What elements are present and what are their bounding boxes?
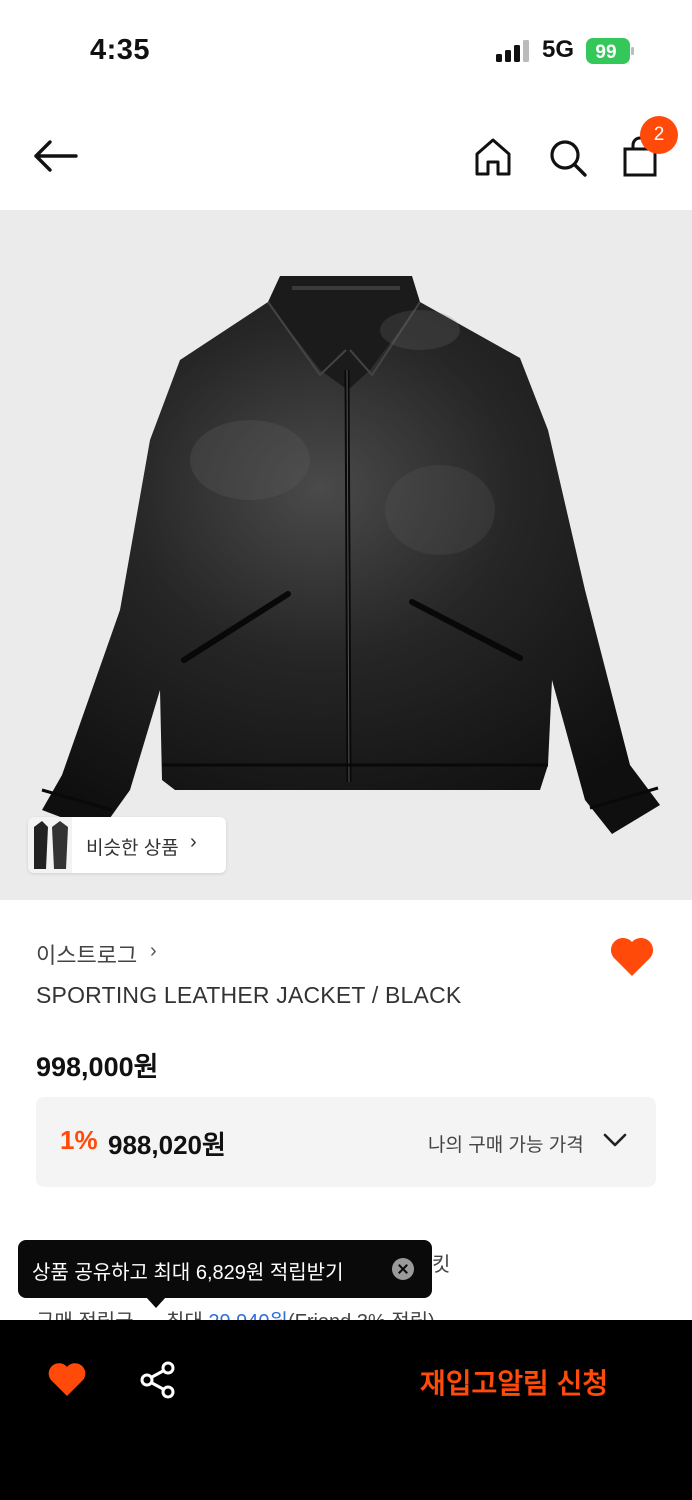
product-image[interactable]: 비슷한 상품 › <box>0 210 692 900</box>
discount-rate: 1% <box>60 1125 98 1155</box>
cart-count-badge: 2 <box>640 116 678 154</box>
top-nav: 2 <box>0 100 692 210</box>
chevron-right-icon: › <box>150 940 157 962</box>
partially-hidden-text: 킷 <box>432 1254 451 1276</box>
share-icon[interactable] <box>138 1360 178 1400</box>
similar-product-thumbnail <box>28 817 72 873</box>
battery-level: 99 <box>595 42 616 63</box>
my-price-label: 나의 구매 가능 가격 <box>428 1135 584 1156</box>
brand-link[interactable]: 이스트로그 <box>36 938 137 970</box>
product-price: 998,000원 <box>36 1052 159 1082</box>
product-name: SPORTING LEATHER JACKET / BLACK <box>36 982 462 1008</box>
status-time: 4:35 <box>90 34 151 66</box>
restock-alert-button[interactable]: 재입고알림 신청 <box>420 1362 608 1402</box>
network-label: 5G <box>542 36 575 63</box>
signal-icon <box>496 40 529 62</box>
similar-products-button[interactable]: 비슷한 상품 › <box>28 817 226 873</box>
my-price-box[interactable]: 1% 988,020원 나의 구매 가능 가격 <box>36 1097 656 1187</box>
discount-price: 988,020원 <box>108 1130 226 1160</box>
tooltip-arrow <box>146 1297 166 1308</box>
share-reward-tooltip[interactable]: 상품 공유하고 최대 6,829원 적립받기 <box>18 1240 432 1298</box>
back-arrow-icon[interactable] <box>30 136 80 176</box>
similar-products-label: 비슷한 상품 <box>86 838 179 859</box>
heart-icon[interactable] <box>46 1360 88 1398</box>
leather-jacket-image <box>41 276 660 834</box>
status-bar: 4:35 5G 99 <box>0 0 692 100</box>
home-icon[interactable] <box>472 136 514 178</box>
close-icon[interactable] <box>392 1258 414 1280</box>
bottom-action-bar: 재입고알림 신청 <box>0 1320 692 1500</box>
tooltip-text: 상품 공유하고 최대 6,829원 적립받기 <box>32 1262 344 1284</box>
chevron-down-icon <box>603 1133 627 1147</box>
chevron-right-icon: › <box>190 831 197 853</box>
battery-icon: 99 <box>586 38 634 64</box>
heart-icon[interactable] <box>608 934 656 978</box>
search-icon[interactable] <box>546 136 588 178</box>
